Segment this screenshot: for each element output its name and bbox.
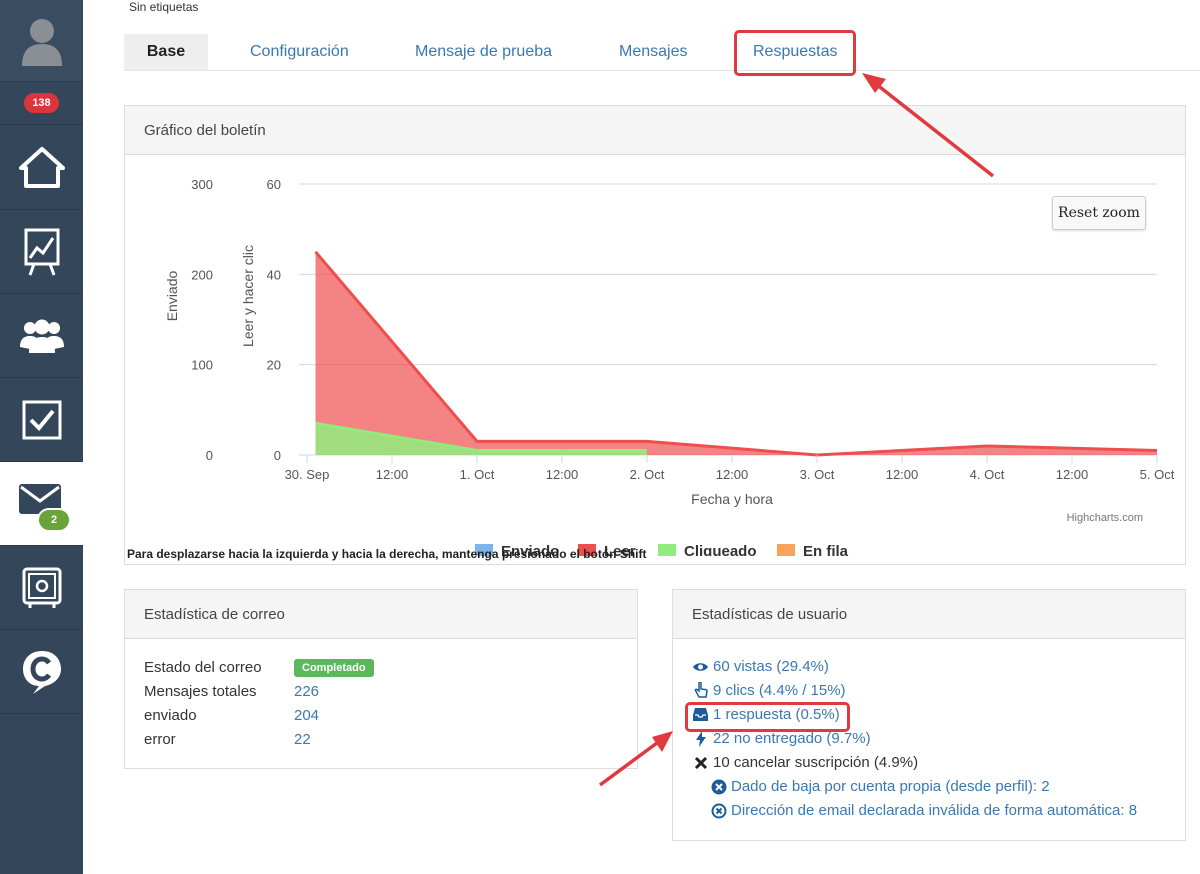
chart-panel: Gráfico del boletín 300 200 100 0 60 40 20 0 Env… <box>124 105 1186 565</box>
legend-item: Cliqueado <box>684 543 757 556</box>
bounced-link[interactable]: 22 no entregado (9.7%) <box>692 730 871 747</box>
sidebar-item-tasks[interactable] <box>0 378 83 462</box>
unsub-own-text: Dado de baja por cuenta propia (desde pe… <box>731 778 1050 795</box>
y-tick-label: 20 <box>267 358 281 373</box>
reset-zoom-button[interactable]: Reset zoom <box>1052 196 1146 230</box>
mail-badge: 2 <box>37 508 71 532</box>
y-axis-title-sent: Enviado <box>164 270 180 321</box>
y-tick-label: 100 <box>191 358 213 373</box>
user-avatar-icon <box>21 18 62 66</box>
chart-credits[interactable]: Highcharts.com <box>1067 512 1143 524</box>
sent-label: enviado <box>144 707 197 724</box>
tab-mensaje-de-prueba[interactable]: Mensaje de prueba <box>415 34 552 70</box>
x-tick-label: 12:00 <box>546 467 579 482</box>
sidebar-item-statistics[interactable] <box>0 210 83 294</box>
notifications-badge: 138 <box>24 93 59 113</box>
views-text: 60 vistas (29.4%) <box>713 658 829 675</box>
home-icon <box>18 147 65 188</box>
scroll-hint: Para desplazarse hacia la izquierda y ha… <box>127 547 647 561</box>
sidebar-item-mail[interactable] <box>0 462 83 546</box>
legend-swatch <box>658 544 676 556</box>
tab-bar: Base Configuración Mensaje de prueba Men… <box>124 34 1200 71</box>
x-tick-label: 3. Oct <box>800 467 835 482</box>
tags-label: Sin etiquetas <box>129 0 199 14</box>
x-tick-label: 1. Oct <box>460 467 495 482</box>
safe-icon <box>22 567 61 608</box>
user-stats-title: Estadísticas de usuario <box>673 590 1185 639</box>
replies-highlight-annotation <box>685 702 850 732</box>
y-tick-label: 300 <box>191 177 213 192</box>
area-leer <box>315 251 1157 455</box>
chart-panel-title: Gráfico del boletín <box>125 106 1185 155</box>
clicks-text: 9 clics (4.4% / 15%) <box>713 682 846 699</box>
clicks-link[interactable]: 9 clics (4.4% / 15%) <box>692 682 846 699</box>
sent-value[interactable]: 204 <box>294 707 319 724</box>
x-tick-label: 12:00 <box>716 467 749 482</box>
x-tick-label: 4. Oct <box>970 467 1005 482</box>
x-tick-label: 30. Sep <box>285 467 330 482</box>
unsub-invalid-link[interactable]: Dirección de email declarada inválida de… <box>710 802 1137 819</box>
views-link[interactable]: 60 vistas (29.4%) <box>692 658 829 675</box>
unsub-own-link[interactable]: Dado de baja por cuenta propia (desde pe… <box>710 778 1050 795</box>
pointer-hand-icon <box>692 682 709 699</box>
error-label: error <box>144 731 176 748</box>
circle-cross-outline-icon <box>710 802 727 819</box>
sidebar-item-home[interactable] <box>0 125 83 210</box>
sidebar-item-brand[interactable] <box>0 630 83 714</box>
error-value[interactable]: 22 <box>294 731 311 748</box>
tab-highlight-annotation <box>734 30 856 76</box>
users-group-icon <box>19 319 64 353</box>
mail-stats-title: Estadística de correo <box>125 590 637 639</box>
y-tick-label: 0 <box>274 448 281 463</box>
unsubscribed-row: 10 cancelar suscripción (4.9%) <box>692 754 918 771</box>
user-stats-panel: Estadísticas de usuario 60 vistas (29.4%… <box>672 589 1186 841</box>
y-tick-label: 40 <box>267 267 281 282</box>
mail-stats-panel: Estadística de correo Estado del correo … <box>124 589 638 769</box>
unsub-invalid-text: Dirección de email declarada inválida de… <box>731 802 1138 819</box>
sidebar-item-contacts[interactable] <box>0 294 83 378</box>
presentation-chart-icon <box>24 228 59 276</box>
y-tick-label: 0 <box>206 448 213 463</box>
unsubscribed-text: 10 cancelar suscripción (4.9%) <box>713 754 919 771</box>
x-tick-label: 5. Oct <box>1140 467 1175 482</box>
brand-c-logo-icon <box>22 650 61 694</box>
y-axis-title-read-click: Leer y hacer clic <box>240 245 256 347</box>
legend-swatch <box>777 544 795 556</box>
y-tick-label: 200 <box>191 267 213 282</box>
lightning-bolt-icon <box>692 730 709 747</box>
newsletter-chart[interactable]: 30020010006040200Enviado Leer y hacer cli… <box>125 156 1185 556</box>
tab-configuracion[interactable]: Configuración <box>250 34 349 70</box>
y-tick-label: 60 <box>267 177 281 192</box>
bounced-text: 22 no entregado (9.7%) <box>713 730 871 747</box>
mail-status-label: Estado del correo <box>144 659 262 676</box>
circle-cross-icon <box>710 778 727 795</box>
x-tick-label: 12:00 <box>376 467 409 482</box>
eye-icon <box>692 658 709 675</box>
sidebar-avatar[interactable] <box>0 0 83 82</box>
x-axis-title: Fecha y hora <box>691 491 773 507</box>
x-tick-label: 12:00 <box>886 467 919 482</box>
x-tick-label: 2. Oct <box>630 467 665 482</box>
sidebar-notifications[interactable]: 138 <box>0 82 83 125</box>
tab-base[interactable]: Base <box>124 34 208 70</box>
cross-icon <box>692 754 709 771</box>
tab-mensajes[interactable]: Mensajes <box>619 34 687 70</box>
status-badge: Completado <box>294 659 374 677</box>
total-messages-label: Mensajes totales <box>144 683 257 700</box>
sidebar-item-safe[interactable] <box>0 546 83 630</box>
x-tick-label: 12:00 <box>1056 467 1089 482</box>
checkbox-icon <box>22 400 61 439</box>
total-messages-value[interactable]: 226 <box>294 683 319 700</box>
sidebar: 138 2 <box>0 0 83 874</box>
legend-item: En fila <box>803 543 849 556</box>
